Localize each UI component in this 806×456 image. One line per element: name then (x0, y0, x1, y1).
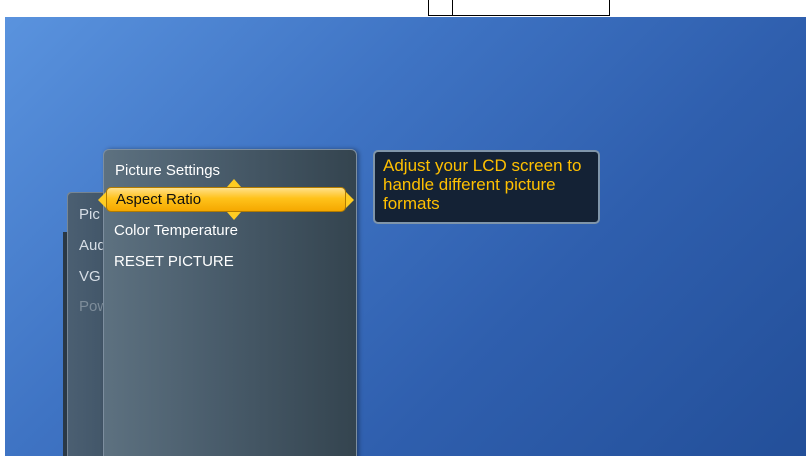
menu-item-reset-picture[interactable]: RESET PICTURE (114, 253, 234, 270)
menu-item-aspect-ratio[interactable]: Aspect Ratio (98, 179, 354, 220)
right-arrow-icon[interactable] (346, 192, 354, 208)
back-menu-item-vga: VG (79, 268, 101, 285)
panel-title: Picture Settings (115, 162, 221, 179)
menu-item-label: Aspect Ratio (116, 191, 202, 208)
top-box (428, 0, 610, 16)
top-box-divider (452, 0, 453, 15)
back-panel-edge (63, 232, 67, 456)
left-arrow-icon[interactable] (98, 192, 106, 208)
menu-item-color-temperature[interactable]: Color Temperature (114, 222, 238, 239)
up-arrow-icon[interactable] (227, 179, 241, 187)
help-tooltip: Adjust your LCD screen to handle differe… (373, 150, 600, 224)
back-menu-item-audio: Aud (79, 237, 106, 254)
osd-screen: Pic Aud VG Power Consumption Picture Set… (5, 17, 806, 456)
top-strip (0, 0, 806, 17)
down-arrow-icon[interactable] (227, 212, 241, 220)
back-menu-item-picture: Pic (79, 206, 100, 223)
help-text: Adjust your LCD screen to handle differe… (383, 156, 582, 213)
picture-settings-panel: Picture Settings Aspect Ratio Color Temp… (98, 149, 357, 456)
